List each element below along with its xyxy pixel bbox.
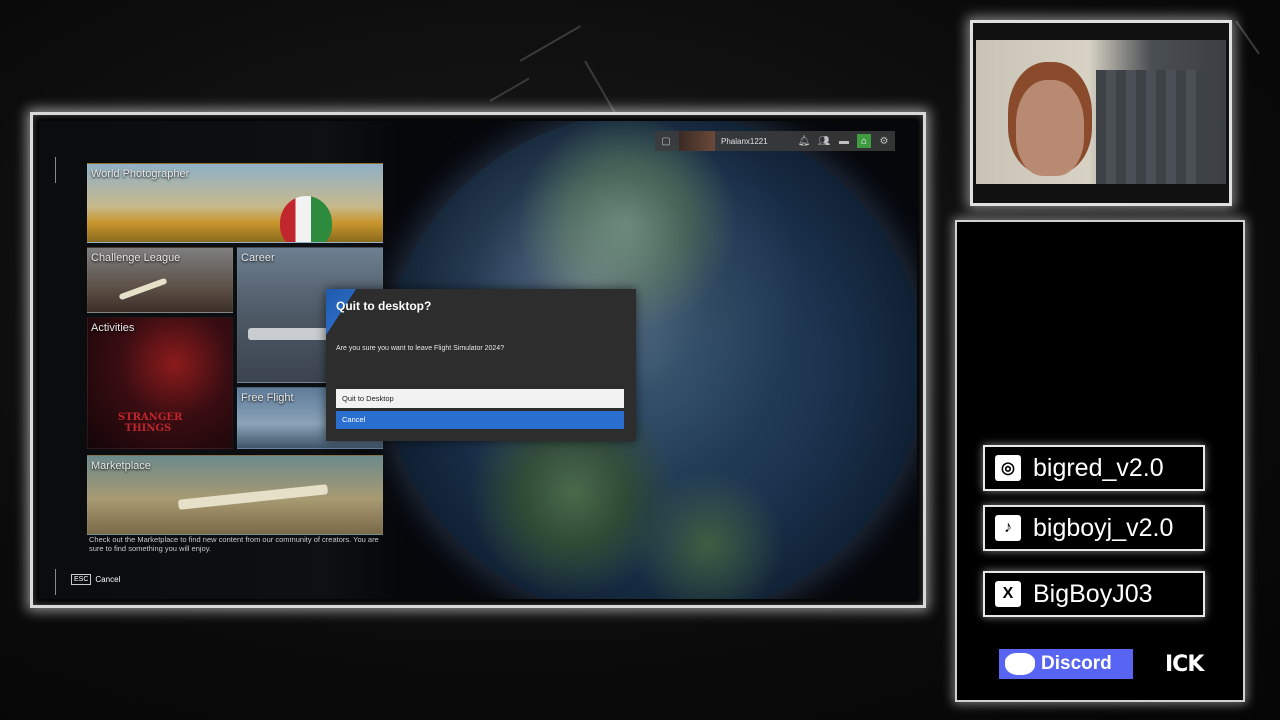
tile-activities[interactable]: Activities STRANGER THINGS <box>87 317 233 449</box>
tile-label: Activities <box>91 322 135 334</box>
store-icon[interactable]: ⌂ <box>857 134 871 148</box>
friends-icon[interactable]: 👥︎ <box>817 134 831 148</box>
esc-key-icon: ESC <box>71 574 92 585</box>
quit-to-desktop-button[interactable]: Quit to Desktop <box>336 389 624 408</box>
username[interactable]: Phalanx1221 <box>721 137 791 146</box>
cancel-button[interactable]: Cancel <box>336 411 624 429</box>
hex-decoration <box>584 60 616 114</box>
social-instagram: ◎ bigred_v2.0 <box>983 445 1205 491</box>
discord-label: Discord <box>1041 653 1112 674</box>
game-capture-frame: World Photographer Challenge League Care… <box>30 112 926 608</box>
hex-decoration <box>1235 20 1260 55</box>
tile-label: Career <box>241 252 275 264</box>
profile-bar: ▢ Phalanx1221 🔔︎ 👥︎ ▬ ⌂ ⚙ <box>655 131 895 151</box>
gear-icon[interactable]: ⚙ <box>877 134 891 148</box>
curtain <box>1096 70 1206 184</box>
quit-dialog: Quit to desktop? Are you sure you want t… <box>326 289 636 441</box>
webcam-feed <box>976 40 1226 184</box>
discord-badge: Discord <box>999 649 1133 679</box>
level-badge-icon: ▢ <box>661 135 671 147</box>
dialog-title: Quit to desktop? <box>336 299 432 313</box>
hot-air-balloon-art <box>280 196 332 242</box>
esc-label: Cancel <box>95 575 121 584</box>
instagram-handle: bigred_v2.0 <box>1033 453 1164 482</box>
divider <box>55 157 56 183</box>
streamer-face <box>1016 80 1084 176</box>
tile-marketplace[interactable]: Marketplace <box>87 455 383 535</box>
cargo-plane-art <box>177 484 329 510</box>
divider <box>55 569 56 595</box>
social-tiktok: ♪ bigboyj_v2.0 <box>983 505 1205 551</box>
tiktok-handle: bigboyj_v2.0 <box>1033 513 1174 542</box>
tile-label: Free Flight <box>241 392 294 404</box>
hex-decoration <box>519 25 582 62</box>
tile-label: World Photographer <box>91 168 190 180</box>
hex-decoration <box>489 77 530 102</box>
tile-challenge-league[interactable]: Challenge League <box>87 247 233 313</box>
esc-cancel-hint[interactable]: ESC Cancel <box>71 574 120 585</box>
tile-label: Marketplace <box>91 460 151 472</box>
tile-label: Challenge League <box>91 252 181 264</box>
discord-icon <box>1005 653 1035 675</box>
instagram-icon: ◎ <box>995 455 1021 481</box>
social-x: X BigBoyJ03 <box>983 571 1205 617</box>
x-handle: BigBoyJ03 <box>1033 579 1153 608</box>
marketplace-description: Check out the Marketplace to find new co… <box>89 535 379 553</box>
avatar[interactable] <box>679 131 715 151</box>
stream-overlay: World Photographer Challenge League Care… <box>0 0 1280 720</box>
tile-world-photographer[interactable]: World Photographer <box>87 163 383 243</box>
game-screen: World Photographer Challenge League Care… <box>39 121 917 599</box>
bell-icon[interactable]: 🔔︎ <box>797 134 811 148</box>
ick-logo: ICK <box>1165 652 1204 677</box>
jet-art <box>118 277 168 301</box>
stranger-things-logo: STRANGER THINGS <box>118 412 183 434</box>
chat-icon[interactable]: ▬ <box>837 134 851 148</box>
dialog-message: Are you sure you want to leave Flight Si… <box>336 345 505 352</box>
x-icon: X <box>995 581 1021 607</box>
tiktok-icon: ♪ <box>995 515 1021 541</box>
webcam-frame <box>970 20 1232 206</box>
